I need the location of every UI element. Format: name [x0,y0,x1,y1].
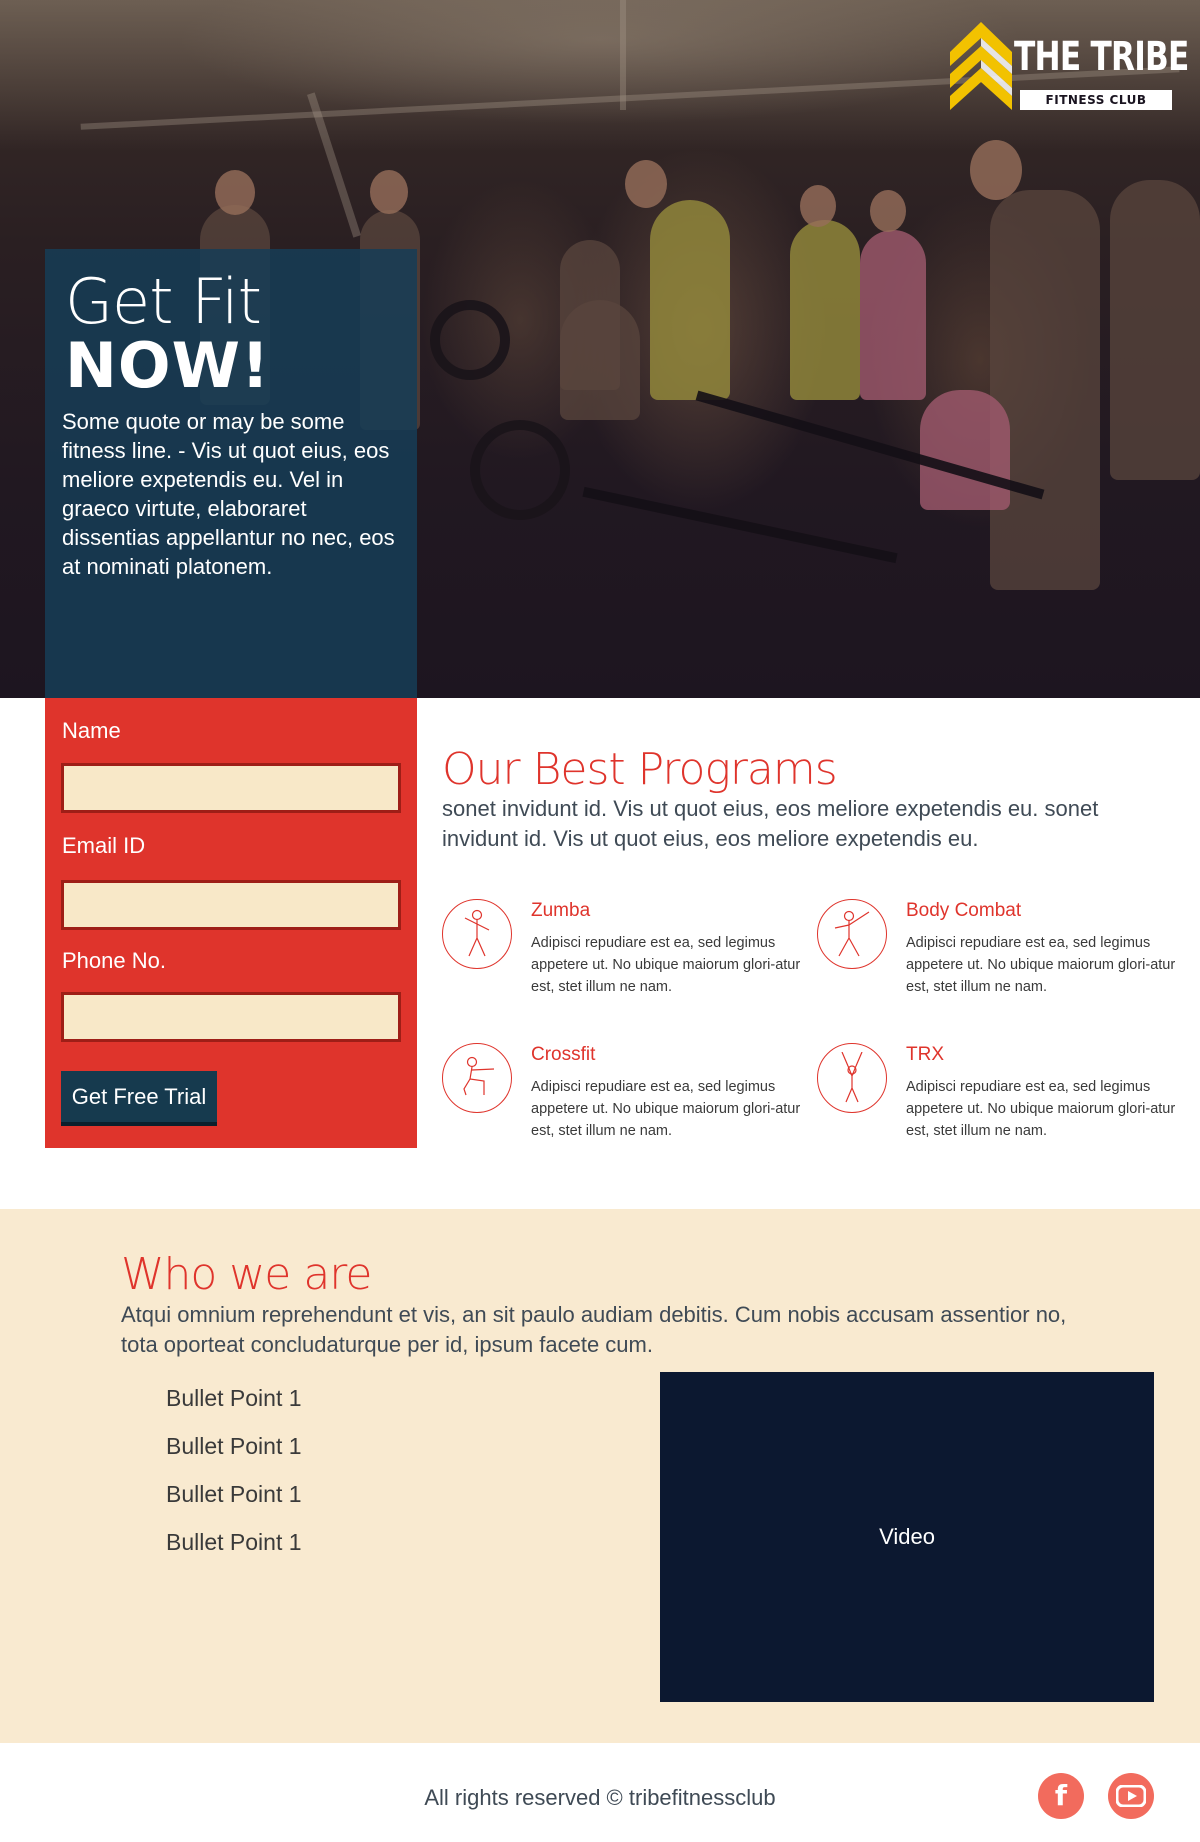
facebook-link[interactable]: f [1038,1773,1084,1819]
program-description: Adipisci repudiare est ea, sed legimus a… [531,935,801,995]
facebook-icon: f [1054,1779,1068,1812]
program-name: Body Combat [906,900,1022,921]
hero-quote: Some quote or may be some fitness line. … [62,409,395,579]
bullet-item: Bullet Point 1 [166,1529,302,1555]
hero-person-head [870,190,906,232]
bullet-item: Bullet Point 1 [166,1385,302,1411]
bullet-item: Bullet Point 1 [166,1433,302,1459]
youtube-link[interactable] [1108,1773,1154,1819]
hero-person [650,200,730,400]
hero-person [1110,180,1200,480]
hero-person-head [970,140,1022,200]
bullet-list: Bullet Point 1 Bullet Point 1 Bullet Poi… [166,1383,302,1575]
zumba-icon [442,899,512,969]
who-description: Atqui omnium reprehendunt et vis, an sit… [121,1302,1067,1357]
hero-title-emphasis: NOW! [65,329,271,402]
hero-person [990,190,1100,590]
phone-label: Phone No. [62,948,166,973]
hero-person [790,220,860,400]
program-item-body-combat[interactable]: Body Combat Adipisci repudiare est ea, s… [817,899,1177,1009]
program-name: Zumba [531,900,591,921]
rowing-machine-wheel [470,420,570,520]
footer-copyright: All rights reserved © tribefitnessclub [424,1785,776,1810]
chevron-logo-icon [950,22,1012,110]
brand-logo[interactable]: THE TRIBE FITNESS CLUB [950,22,1189,114]
email-label: Email ID [62,833,146,858]
logo-subtitle: FITNESS CLUB [1020,90,1172,110]
name-label: Name [62,718,121,743]
programs-description: sonet invidunt id. Vis ut quot eius, eos… [442,796,1099,851]
hero-panel: Get Fit NOW! Some quote or may be some f… [45,249,417,698]
hero-person-head [215,170,255,215]
phone-input[interactable] [61,992,401,1042]
program-description: Adipisci repudiare est ea, sed legimus a… [531,1079,801,1139]
hero-person [860,230,926,400]
video-label: Video [879,1524,935,1549]
who-title: Who we are [121,1249,372,1300]
hero-person-head [370,170,408,214]
program-description: Adipisci repudiare est ea, sed legimus a… [906,1079,1176,1139]
program-name: TRX [906,1044,944,1065]
hero-person [560,300,640,420]
trx-icon [817,1043,887,1113]
hero-person [920,390,1010,510]
program-item-trx[interactable]: TRX Adipisci repudiare est ea, sed legim… [817,1043,1177,1153]
rowing-machine-wheel [430,300,510,380]
who-we-are-section: Who we are Atqui omnium reprehendunt et … [0,1209,1200,1743]
hero-title: Get Fit [65,265,262,338]
crossfit-icon [442,1043,512,1113]
rowing-machine-rail [582,486,898,564]
bullet-item: Bullet Point 1 [166,1481,302,1507]
get-free-trial-button[interactable]: Get Free Trial [61,1071,217,1126]
youtube-icon [1116,1785,1146,1807]
video-player[interactable]: Video [660,1372,1154,1702]
body-combat-icon [817,899,887,969]
hero-person-head [625,160,667,208]
hero-person-head [800,185,836,227]
program-item-zumba[interactable]: Zumba Adipisci repudiare est ea, sed leg… [442,899,802,1009]
programs-title: Our Best Programs [442,744,838,795]
logo-title: THE TRIBE [1014,34,1189,80]
name-input[interactable] [61,763,401,813]
free-trial-form: Name Email ID Phone No. Get Free Trial [45,698,417,1148]
hero-beam [620,0,626,110]
program-description: Adipisci repudiare est ea, sed legimus a… [906,935,1176,995]
email-input[interactable] [61,880,401,930]
program-item-crossfit[interactable]: Crossfit Adipisci repudiare est ea, sed … [442,1043,802,1153]
program-name: Crossfit [531,1044,596,1065]
